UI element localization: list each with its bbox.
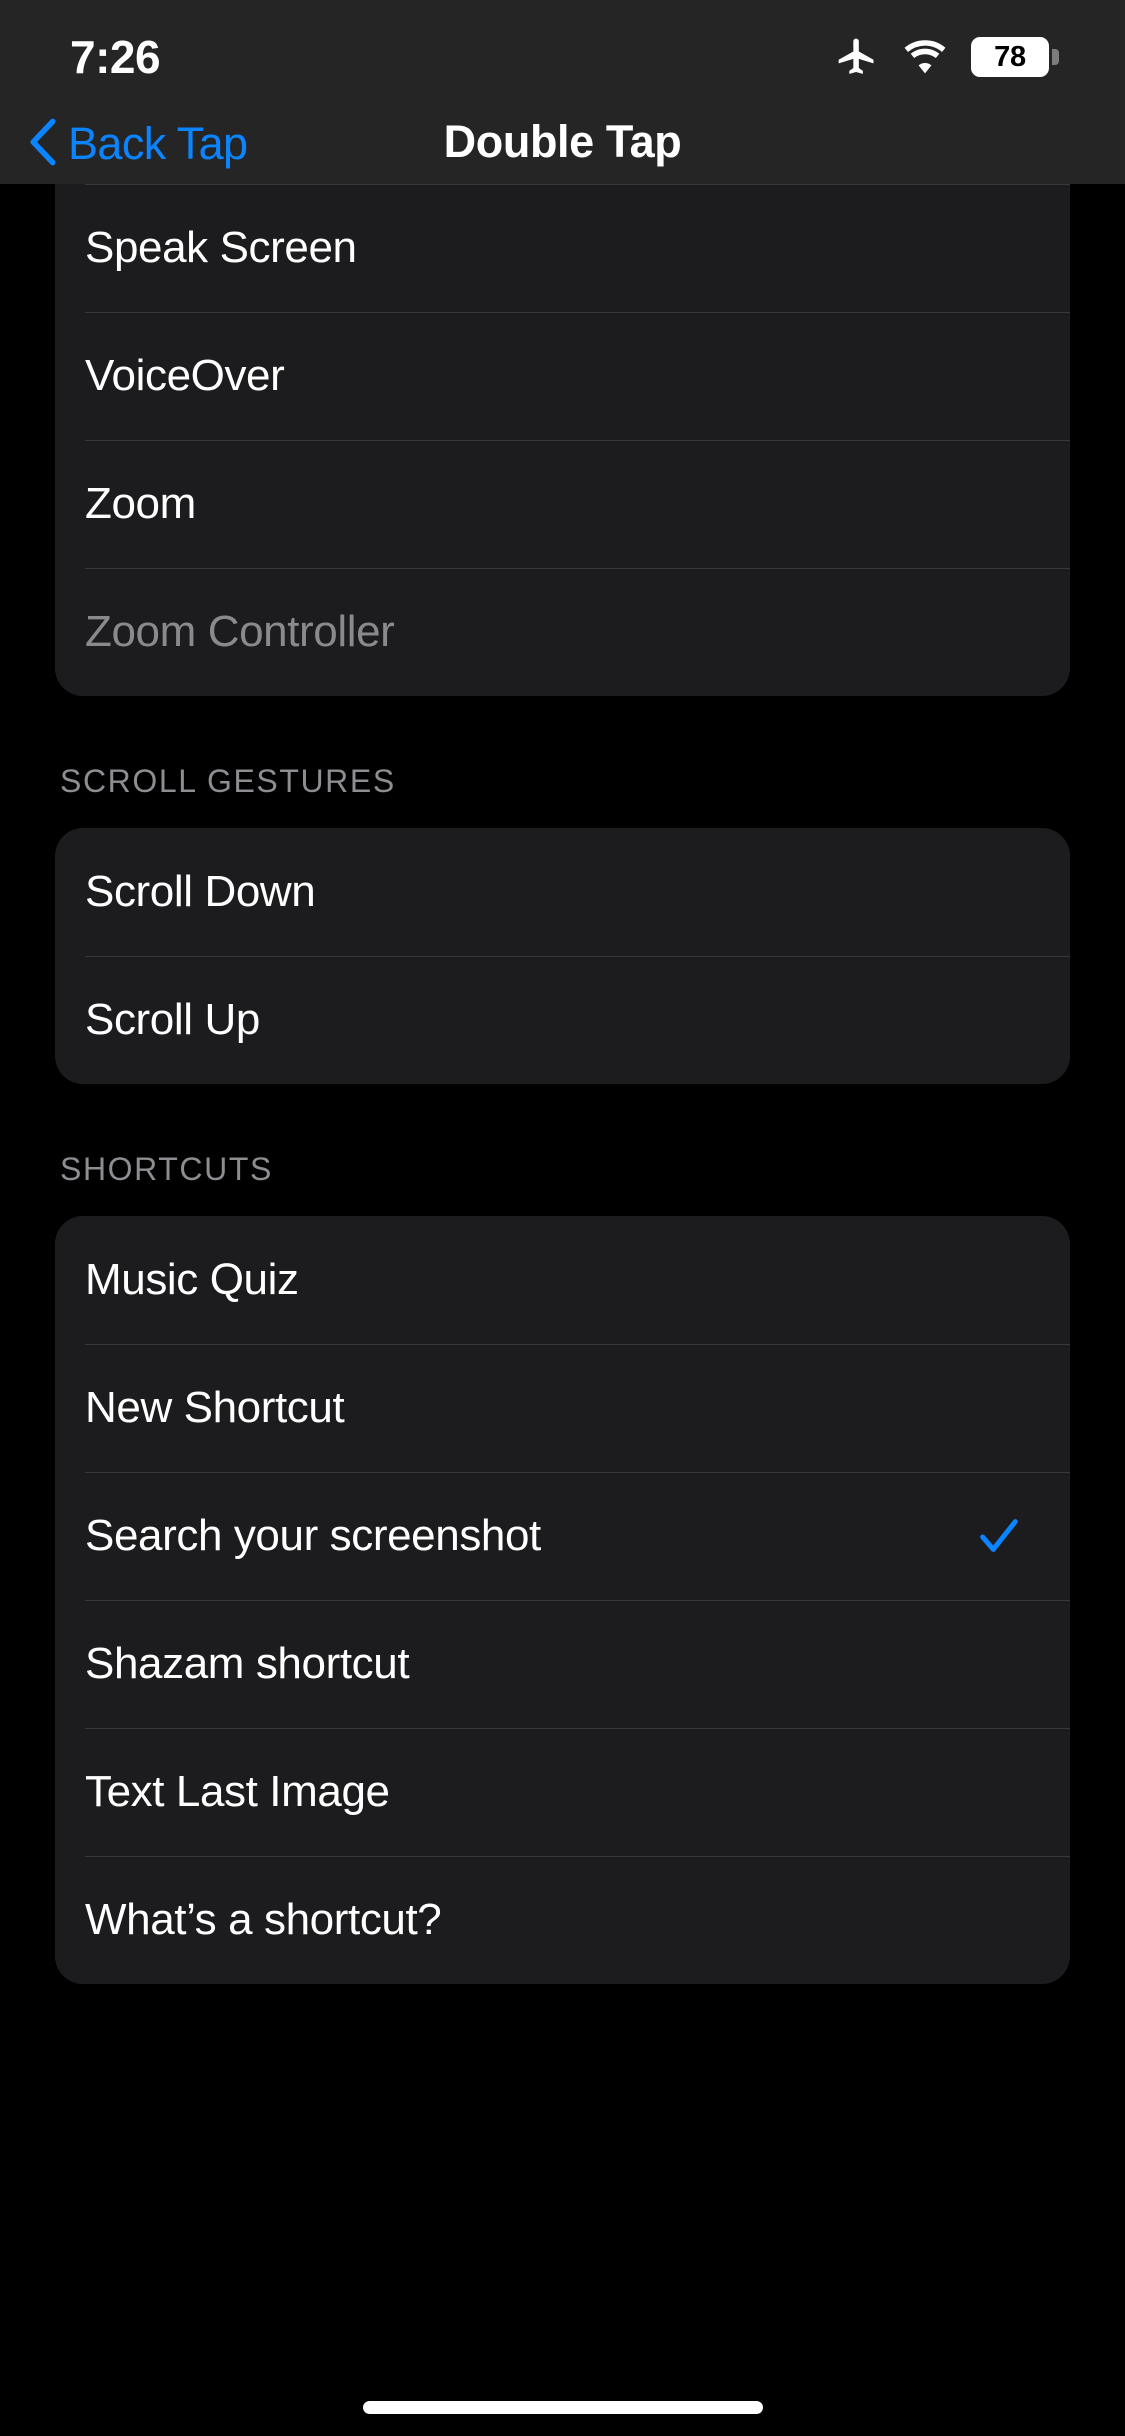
row-separator (85, 1344, 1070, 1345)
section-header: SCROLL GESTURES (60, 762, 396, 799)
iphone-screen: 7:26 78 Back Tap Double Tap Speak Screen… (0, 0, 1125, 2436)
battery-icon: 78 (971, 37, 1059, 77)
checkmark-icon (976, 1513, 1040, 1559)
status-bar-indicators: 78 (835, 35, 1059, 79)
list-item: Zoom Controller (55, 568, 1070, 696)
list-item-label: Zoom Controller (85, 607, 395, 656)
row-separator (85, 1472, 1070, 1473)
row-separator (85, 440, 1070, 441)
back-button-label: Back Tap (68, 117, 248, 169)
list-item-label: Zoom (85, 479, 196, 528)
battery-cap (1052, 49, 1059, 65)
section-header-gap (0, 802, 1125, 828)
battery-percentage: 78 (994, 40, 1026, 73)
status-bar: 7:26 78 (0, 0, 1125, 100)
wifi-icon (901, 37, 949, 77)
battery-body: 78 (971, 37, 1049, 77)
settings-list[interactable]: Speak Screen VoiceOver Zoom Zoom Controller… (0, 184, 1125, 2436)
back-button[interactable]: Back Tap (26, 116, 248, 168)
list-item[interactable]: What’s a shortcut? (55, 1856, 1070, 1984)
status-bar-time: 7:26 (70, 31, 161, 83)
list-item[interactable]: Search your screenshot (55, 1472, 1070, 1600)
list-item-label: Speak Screen (85, 223, 357, 272)
list-item[interactable]: Shazam shortcut (55, 1600, 1070, 1728)
row-separator (85, 184, 1070, 185)
list-item-label: Scroll Down (85, 867, 316, 916)
row-separator (85, 956, 1070, 957)
section-header: SHORTCUTS (60, 1150, 273, 1187)
list-item-label: Search your screenshot (85, 1511, 541, 1560)
list-item-label: Text Last Image (85, 1767, 390, 1816)
airplane-mode-icon (835, 35, 879, 79)
navigation-bar: Back Tap Double Tap (0, 100, 1125, 184)
list-item-label: Scroll Up (85, 995, 260, 1044)
list-item[interactable]: Text Last Image (55, 1728, 1070, 1856)
list-item-label: Shazam shortcut (85, 1639, 410, 1688)
home-indicator (362, 2401, 763, 2414)
list-item[interactable]: Scroll Down (55, 828, 1070, 956)
list-item-label: Music Quiz (85, 1255, 299, 1304)
settings-group: Scroll Down Scroll Up (55, 828, 1070, 1084)
list-item[interactable]: VoiceOver (55, 312, 1070, 440)
list-item[interactable]: Scroll Up (55, 956, 1070, 1084)
settings-group: Speak Screen VoiceOver Zoom Zoom Controller (55, 184, 1070, 696)
list-item[interactable]: Zoom (55, 440, 1070, 568)
section-header-gap (0, 1190, 1125, 1216)
list-item[interactable]: Music Quiz (55, 1216, 1070, 1344)
settings-group: Music Quiz New Shortcut Search your screen… (55, 1216, 1070, 1984)
list-item[interactable]: Speak Screen (55, 184, 1070, 312)
row-separator (85, 312, 1070, 313)
list-item[interactable]: New Shortcut (55, 1344, 1070, 1472)
row-separator (85, 1856, 1070, 1857)
row-separator (85, 1600, 1070, 1601)
list-item-label: New Shortcut (85, 1383, 345, 1432)
row-separator (85, 1728, 1070, 1729)
row-separator (85, 568, 1070, 569)
list-item-label: VoiceOver (85, 351, 285, 400)
list-item-label: What’s a shortcut? (85, 1895, 442, 1944)
chevron-left-icon (26, 116, 60, 168)
